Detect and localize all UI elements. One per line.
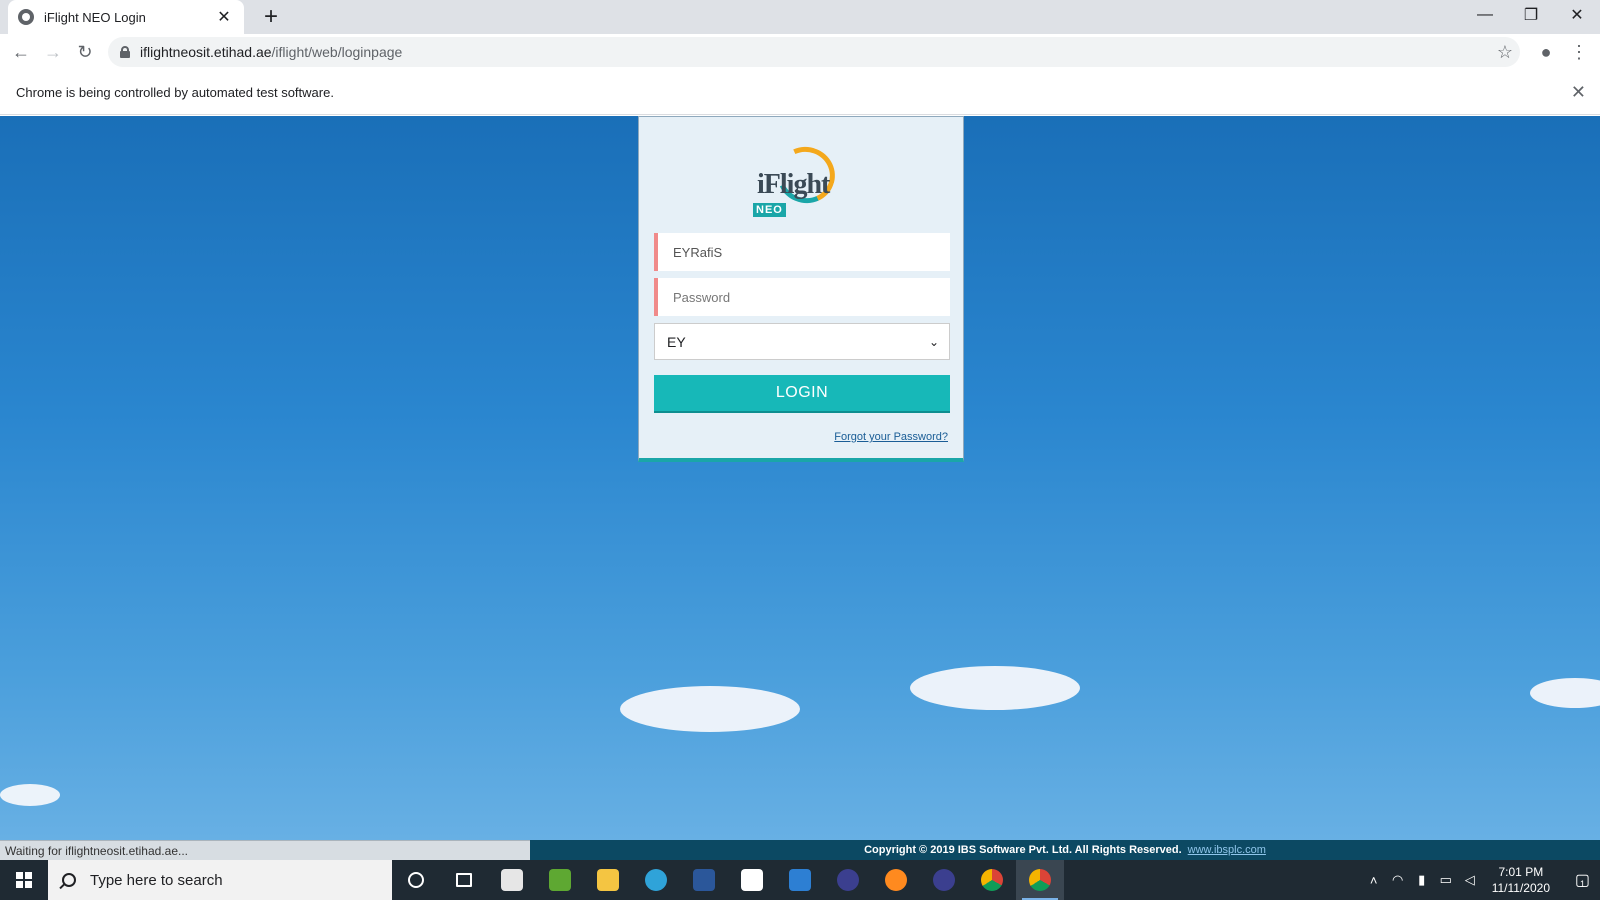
- tab-title: iFlight NEO Login: [44, 9, 146, 25]
- url-path: /iflight/web/loginpage: [271, 44, 403, 60]
- globe-icon: [18, 9, 34, 25]
- bookmark-star-icon[interactable]: ☆: [1492, 39, 1518, 65]
- network-icon[interactable]: ◠: [1386, 872, 1410, 888]
- page-footer: Copyright © 2019 IBS Software Pvt. Ltd. …: [530, 840, 1600, 860]
- taskbar-clock[interactable]: 7:01 PM 11/11/2020: [1482, 864, 1560, 896]
- close-window-button[interactable]: ✕: [1554, 0, 1600, 30]
- eclipse-icon[interactable]: [824, 860, 872, 900]
- forward-button[interactable]: →: [40, 39, 66, 65]
- firefox-icon[interactable]: [872, 860, 920, 900]
- airline-select[interactable]: EY ⌄: [654, 323, 950, 360]
- task-view-icon[interactable]: [440, 860, 488, 900]
- search-icon: [62, 873, 76, 887]
- chevron-up-icon[interactable]: ˄: [1362, 873, 1386, 888]
- iflight-logo: iFlight NEO: [749, 138, 849, 217]
- url-host: iflightneosit.etihad.ae: [140, 44, 272, 60]
- url-text: iflightneosit.etihad.ae/iflight/web/logi…: [140, 44, 402, 60]
- login-panel: iFlight NEO EYRafiS Password EY ⌄ LOGIN …: [638, 116, 964, 462]
- edge-icon[interactable]: [632, 860, 680, 900]
- windows-taskbar: Type here to search ˄ ◠ ▮ ▭ ◁ 7:01 PM 11…: [0, 860, 1600, 900]
- file-explorer-icon[interactable]: [584, 860, 632, 900]
- system-tray: ˄ ◠ ▮ ▭ ◁ 7:01 PM 11/11/2020 ▢ 1: [1362, 860, 1600, 900]
- cloud: [910, 666, 1080, 710]
- username-input[interactable]: EYRafiS: [654, 233, 950, 271]
- chrome-icon-active[interactable]: [1016, 860, 1064, 900]
- airline-selected-value: EY: [667, 333, 686, 350]
- cloud: [620, 686, 800, 732]
- restore-button[interactable]: ❐: [1508, 0, 1554, 30]
- cortana-icon[interactable]: [392, 860, 440, 900]
- ibs-link[interactable]: www.ibsplc.com: [1188, 844, 1266, 856]
- reload-button[interactable]: ↻: [72, 39, 98, 65]
- copyright-text: Copyright © 2019 IBS Software Pvt. Ltd. …: [864, 844, 1182, 856]
- automation-infobar: Chrome is being controlled by automated …: [0, 70, 1600, 115]
- browser-tab[interactable]: iFlight NEO Login ✕: [8, 0, 244, 34]
- logo-badge: NEO: [753, 203, 786, 217]
- chevron-down-icon: ⌄: [928, 334, 939, 349]
- taskbar-search[interactable]: Type here to search: [48, 860, 392, 900]
- page-background: iFlight NEO EYRafiS Password EY ⌄ LOGIN …: [0, 116, 1600, 860]
- status-bubble: Waiting for iflightneosit.etihad.ae...: [0, 840, 530, 860]
- tab-close-icon[interactable]: ✕: [214, 7, 234, 27]
- notification-center-button[interactable]: ▢ 1: [1560, 860, 1600, 900]
- notepad-icon[interactable]: [536, 860, 584, 900]
- login-button[interactable]: LOGIN: [654, 375, 950, 413]
- mail-icon[interactable]: [776, 860, 824, 900]
- forgot-password-link[interactable]: Forgot your Password?: [834, 431, 948, 443]
- back-button[interactable]: ←: [8, 39, 34, 65]
- volume-icon[interactable]: ◁: [1458, 872, 1482, 888]
- store-icon[interactable]: [488, 860, 536, 900]
- tab-strip: iFlight NEO Login ✕ + — ❐ ✕: [0, 0, 1600, 34]
- start-button[interactable]: [0, 860, 48, 900]
- browser-toolbar: ← → ↻ iflightneosit.etihad.ae/iflight/we…: [0, 34, 1600, 70]
- lock-icon: [120, 46, 130, 58]
- cloud: [1530, 678, 1600, 708]
- windows-icon: [16, 872, 32, 888]
- cloud: [0, 784, 60, 806]
- slack-icon[interactable]: [728, 860, 776, 900]
- notification-count: 1: [1580, 879, 1586, 889]
- infobar-text: Chrome is being controlled by automated …: [16, 84, 334, 100]
- menu-icon[interactable]: ⋮: [1566, 39, 1592, 65]
- minimize-button[interactable]: —: [1462, 0, 1508, 30]
- clock-date: 11/11/2020: [1491, 881, 1550, 895]
- word-icon[interactable]: [680, 860, 728, 900]
- microphone-icon[interactable]: ▮: [1410, 872, 1434, 888]
- infobar-close-icon[interactable]: ✕: [1571, 82, 1586, 103]
- eclipse-icon-2[interactable]: [920, 860, 968, 900]
- chrome-icon[interactable]: [968, 860, 1016, 900]
- new-tab-button[interactable]: +: [258, 4, 284, 30]
- taskbar-search-placeholder: Type here to search: [90, 871, 223, 889]
- clock-time: 7:01 PM: [1498, 865, 1544, 879]
- battery-icon[interactable]: ▭: [1434, 872, 1458, 888]
- profile-icon[interactable]: ●: [1533, 39, 1559, 65]
- logo-text: iFlight: [757, 169, 830, 200]
- password-input[interactable]: Password: [654, 278, 950, 316]
- address-bar[interactable]: iflightneosit.etihad.ae/iflight/web/logi…: [108, 37, 1520, 67]
